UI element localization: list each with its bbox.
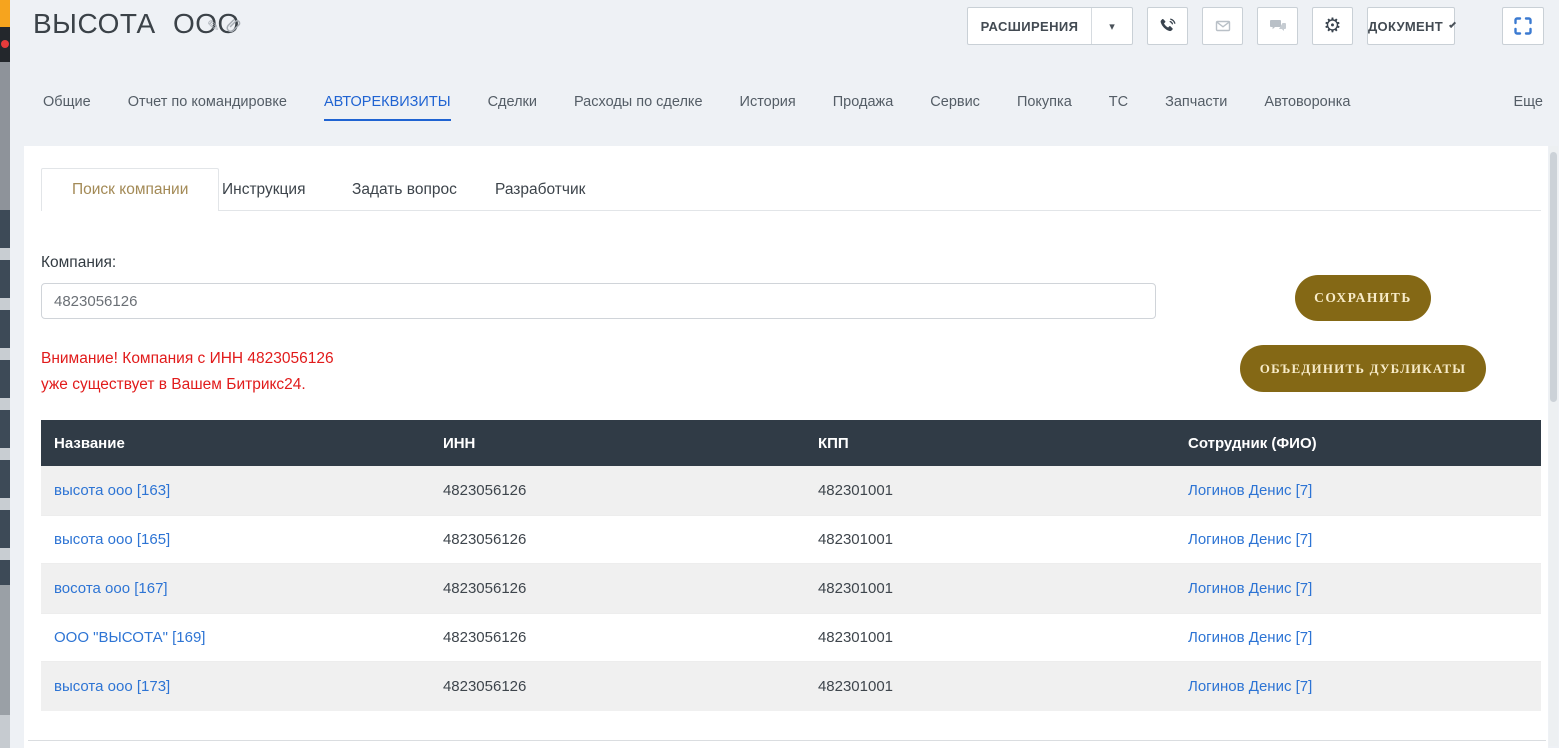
sidebar-sliver-gray xyxy=(0,62,10,210)
scrollbar-thumb[interactable] xyxy=(1550,152,1557,402)
main-tab[interactable]: Продажа xyxy=(833,94,894,119)
gear-icon: ⚙ xyxy=(1324,16,1342,36)
main-tab[interactable]: Запчасти xyxy=(1165,94,1227,119)
inner-tab[interactable]: Задать вопрос xyxy=(352,168,457,211)
chat-icon xyxy=(1268,16,1288,36)
main-tab[interactable]: Автоворонка xyxy=(1264,94,1350,119)
edit-title-icon[interactable]: ✎ xyxy=(207,17,220,35)
duplicate-warning: Внимание! Компания с ИНН 4823056126 уже … xyxy=(41,346,334,398)
kpp-cell: 482301001 xyxy=(805,482,1175,499)
toolbar: РАСШИРЕНИЯ ▾ ⚙ ДОКУМЕНТ xyxy=(967,7,1544,45)
sidebar-sliver-gray2 xyxy=(0,585,10,715)
save-button[interactable]: СОХРАНИТЬ xyxy=(1295,275,1431,321)
envelope-icon xyxy=(1214,17,1232,35)
table-body: высота ооо [163] 4823056126 482301001 Ло… xyxy=(41,466,1541,711)
main-tabs: Общие Отчет по командировке АВТОРЕКВИЗИТЫ С… xyxy=(43,94,1543,121)
company-label: Компания: xyxy=(41,254,116,272)
employee-link[interactable]: Логинов Денис [7] xyxy=(1188,629,1312,646)
main-tab-more[interactable]: Еще xyxy=(1513,94,1543,110)
kpp-cell: 482301001 xyxy=(805,629,1175,646)
column-header-name: Название xyxy=(41,435,430,452)
document-button[interactable]: ДОКУМЕНТ xyxy=(1367,7,1455,45)
main-tab[interactable]: Расходы по сделке xyxy=(574,94,703,119)
kpp-cell: 482301001 xyxy=(805,580,1175,597)
table-header-row: Название ИНН КПП Сотрудник (ФИО) xyxy=(41,420,1541,466)
settings-button[interactable]: ⚙ xyxy=(1312,7,1353,45)
kpp-cell: 482301001 xyxy=(805,678,1175,695)
column-header-inn: ИНН xyxy=(430,435,805,452)
main-tab[interactable]: Сделки xyxy=(488,94,537,119)
phone-icon xyxy=(1158,16,1178,36)
merge-duplicates-button[interactable]: ОБЪЕДИНИТЬ ДУБЛИКАТЫ xyxy=(1240,345,1486,392)
chevron-down-icon xyxy=(1449,20,1456,27)
main-tab[interactable]: Отчет по командировке xyxy=(128,94,287,119)
company-link[interactable]: высота ооо [165] xyxy=(54,531,170,548)
company-link[interactable]: высота ооо [163] xyxy=(54,482,170,499)
inner-tab[interactable]: Разработчик xyxy=(495,168,585,211)
inner-tab[interactable]: Поиск компании xyxy=(41,168,219,211)
employee-link[interactable]: Логинов Денис [7] xyxy=(1188,580,1312,597)
paperclip-icon[interactable] xyxy=(226,18,242,34)
sidebar-sliver-logo xyxy=(0,27,10,62)
table-row: высота ооо [163] 4823056126 482301001 Ло… xyxy=(41,466,1541,515)
main-tab[interactable]: Покупка xyxy=(1017,94,1072,119)
sidebar-sliver-orange xyxy=(0,0,10,27)
company-input[interactable] xyxy=(41,283,1156,319)
company-link[interactable]: восота ооо [167] xyxy=(54,580,168,597)
bottom-divider xyxy=(28,740,1546,741)
table-row: высота ооо [165] 4823056126 482301001 Ло… xyxy=(41,515,1541,564)
column-header-employee: Сотрудник (ФИО) xyxy=(1175,435,1541,452)
sidebar-sliver xyxy=(0,0,10,748)
duplicate-warning-line2: уже существует в Вашем Битрикс24. xyxy=(41,372,334,398)
expand-icon xyxy=(1513,16,1533,36)
call-button[interactable] xyxy=(1147,7,1188,45)
inn-cell: 4823056126 xyxy=(430,482,805,499)
scrollbar[interactable] xyxy=(1549,146,1558,746)
email-button[interactable] xyxy=(1202,7,1243,45)
employee-link[interactable]: Логинов Денис [7] xyxy=(1188,678,1312,695)
employee-link[interactable]: Логинов Денис [7] xyxy=(1188,482,1312,499)
fullscreen-button[interactable] xyxy=(1502,7,1544,45)
main-tab[interactable]: ТС xyxy=(1109,94,1128,119)
table-row: восота ооо [167] 4823056126 482301001 Ло… xyxy=(41,564,1541,613)
kpp-cell: 482301001 xyxy=(805,531,1175,548)
inner-tab[interactable]: Инструкция xyxy=(222,168,305,211)
main-tab[interactable]: История xyxy=(740,94,796,119)
company-link[interactable]: высота ооо [173] xyxy=(54,678,170,695)
sidebar-sliver-menu-items xyxy=(0,210,10,585)
duplicates-table: Название ИНН КПП Сотрудник (ФИО) высота … xyxy=(41,420,1541,711)
chat-button[interactable] xyxy=(1257,7,1298,45)
table-row: высота ооо [173] 4823056126 482301001 Ло… xyxy=(41,662,1541,711)
inn-cell: 4823056126 xyxy=(430,531,805,548)
duplicate-warning-line1: Внимание! Компания с ИНН 4823056126 xyxy=(41,346,334,372)
caret-down-icon: ▾ xyxy=(1109,20,1115,33)
sidebar-sliver-gray3 xyxy=(0,715,10,748)
extensions-caret-button[interactable]: ▾ xyxy=(1091,8,1132,44)
main-tab[interactable]: АВТОРЕКВИЗИТЫ xyxy=(324,94,451,121)
main-tab[interactable]: Общие xyxy=(43,94,91,119)
employee-link[interactable]: Логинов Денис [7] xyxy=(1188,531,1312,548)
column-header-kpp: КПП xyxy=(805,435,1175,452)
table-row: ООО "ВЫСОТА" [169] 4823056126 482301001 … xyxy=(41,613,1541,662)
inn-cell: 4823056126 xyxy=(430,678,805,695)
document-button-label: ДОКУМЕНТ xyxy=(1368,19,1443,34)
inn-cell: 4823056126 xyxy=(430,580,805,597)
company-link[interactable]: ООО "ВЫСОТА" [169] xyxy=(54,629,205,646)
main-tab[interactable]: Сервис xyxy=(930,94,980,119)
extensions-button[interactable]: РАСШИРЕНИЯ ▾ xyxy=(967,7,1133,45)
extensions-button-label: РАСШИРЕНИЯ xyxy=(968,19,1091,34)
notification-dot xyxy=(1,40,9,48)
inn-cell: 4823056126 xyxy=(430,629,805,646)
